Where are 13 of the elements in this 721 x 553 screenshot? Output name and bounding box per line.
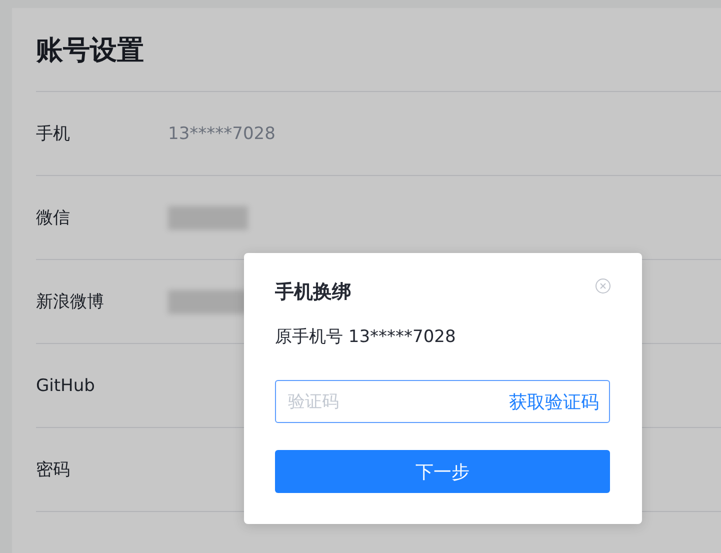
code-input-field[interactable]: 验证码 获取验证码 [275,380,610,423]
setting-label: 密码 [36,459,71,481]
setting-value: 13*****7028 [168,124,276,144]
page-title: 账号设置 [36,8,721,92]
dialog-message: 原手机号 13*****7028 [275,326,457,348]
setting-label: 微信 [36,207,71,229]
close-icon[interactable] [595,278,611,294]
setting-label: 新浪微博 [36,291,105,313]
setting-label: 手机 [36,123,71,145]
next-button[interactable]: 下一步 [275,450,610,493]
dialog-title: 手机换绑 [275,280,351,305]
setting-label: GitHub [36,376,96,396]
get-code-link[interactable]: 获取验证码 [509,390,599,414]
